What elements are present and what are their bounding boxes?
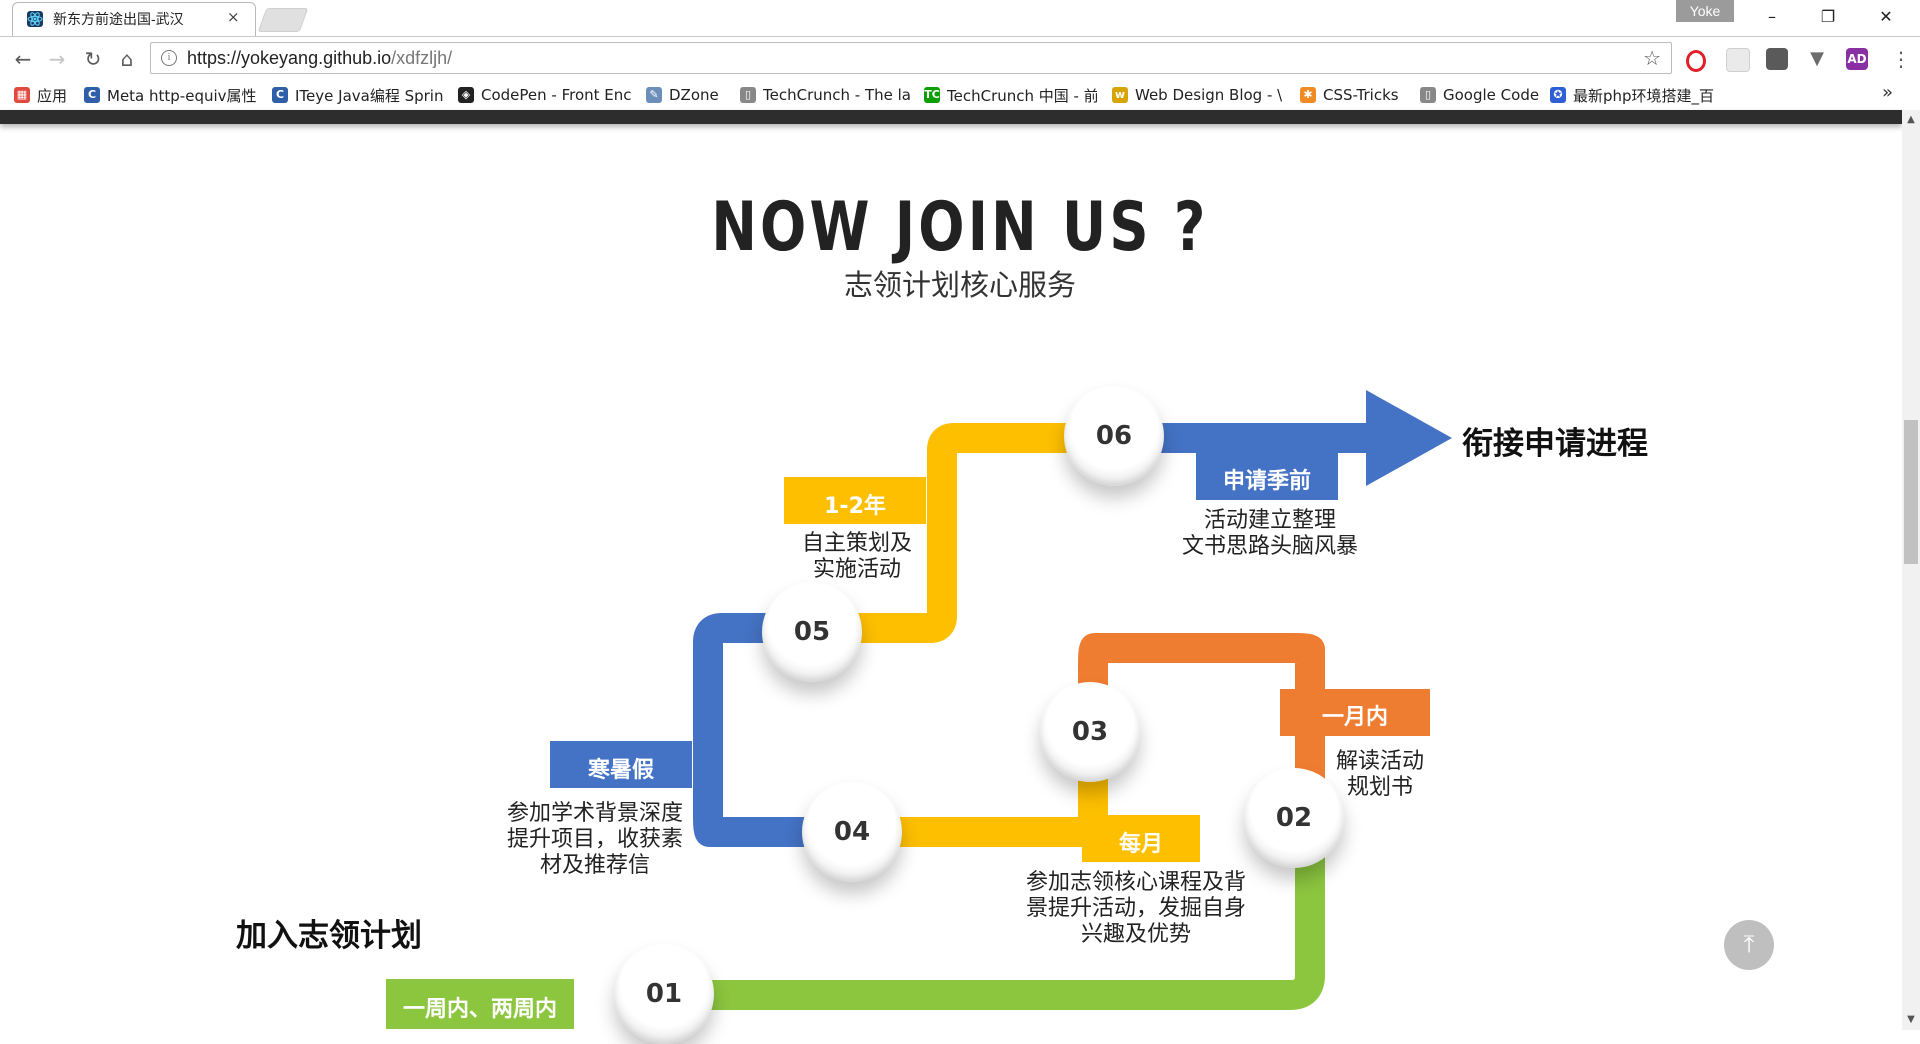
close-tab-icon[interactable]: ×: [227, 8, 240, 26]
page-icon: ▯: [1420, 87, 1436, 103]
url-text[interactable]: https://yokeyang.github.io/xdfzljh/: [187, 48, 452, 69]
minimize-button[interactable]: –: [1752, 4, 1792, 30]
step-desc-03: 参加志领核心课程及背 景提升活动，发掘自身 兴趣及优势: [1025, 870, 1246, 947]
dzone-icon: ✎: [646, 87, 662, 103]
back-to-top-button[interactable]: ⤒: [1724, 920, 1774, 970]
bookmark-item[interactable]: ✎ DZone: [646, 84, 719, 106]
close-window-button[interactable]: ✕: [1866, 4, 1906, 30]
tag-label-04: 寒暑假: [587, 758, 654, 783]
bookmark-label: DZone: [669, 86, 719, 104]
roadmap-path: [386, 390, 1452, 1029]
step-desc-05: 自主策划及 实施活动: [801, 531, 912, 582]
home-button[interactable]: ⌂: [114, 46, 140, 72]
page-icon: ▯: [740, 87, 756, 103]
bookmark-item[interactable]: C ITeye Java编程 Sprin: [272, 84, 443, 106]
scrollbar[interactable]: [1902, 110, 1920, 1030]
screenshot-icon[interactable]: [1766, 48, 1788, 70]
step-circle-02: 02: [1244, 768, 1344, 868]
bookmark-item[interactable]: ✱ CSS-Tricks: [1300, 84, 1399, 106]
tag-label-03: 每月: [1118, 832, 1163, 857]
address-bar[interactable]: i https://yokeyang.github.io/xdfzljh/ ☆: [150, 42, 1672, 74]
step-desc-02: 解读活动 规划书: [1335, 749, 1424, 800]
menu-icon[interactable]: ⋮: [1888, 46, 1914, 72]
back-button[interactable]: ←: [10, 46, 36, 72]
bookmarks-bar: ▦ 应用 C Meta http-equiv属性 C ITeye Java编程 Sprin…: [0, 80, 1920, 111]
tag-label-01: 一周内、两周内: [402, 997, 557, 1022]
forward-button[interactable]: →: [44, 46, 70, 72]
apps-icon: ▦: [14, 87, 30, 103]
step-desc-06: 活动建立整理 文书思路头脑风暴: [1181, 508, 1358, 559]
info-icon[interactable]: i: [161, 50, 177, 66]
url-path: /xdfzljh/: [391, 48, 453, 68]
toolbar: ← → ↻ ⌂ i https://yokeyang.github.io/xdf…: [0, 37, 1920, 79]
bookmark-label: 最新php环境搭建_百: [1573, 86, 1715, 105]
scroll-down-icon[interactable]: ▼: [1904, 1014, 1918, 1025]
arrow-head-icon: [1366, 390, 1452, 486]
bookmark-label: Web Design Blog - \: [1135, 86, 1283, 104]
bookmark-label: TechCrunch 中国 - 前: [947, 86, 1097, 105]
active-tab[interactable]: 新东方前途出国-武汉 ×: [12, 2, 256, 36]
bookmark-item[interactable]: ▦ 应用: [14, 84, 67, 106]
restore-button[interactable]: ❐: [1808, 4, 1848, 30]
bookmark-label: TechCrunch - The la: [763, 86, 911, 104]
bookmark-item[interactable]: TC TechCrunch 中国 - 前: [924, 84, 1097, 106]
vue-icon[interactable]: ▼: [1806, 48, 1828, 70]
react-icon: [27, 11, 43, 27]
adblock-icon[interactable]: AD: [1846, 48, 1868, 70]
bookmark-item[interactable]: ▯ Google Code: [1420, 84, 1539, 106]
profile-button[interactable]: Yoke: [1676, 0, 1734, 22]
step-circle-01: 01: [614, 944, 714, 1044]
tag-label-06: 申请季前: [1222, 469, 1311, 494]
start-milestone: 加入志领计划: [236, 918, 422, 954]
bookmark-label: 应用: [37, 86, 68, 105]
bookmark-item[interactable]: ▯ TechCrunch - The la: [740, 84, 911, 106]
iteye-icon: C: [84, 87, 100, 103]
bookmark-item[interactable]: ✪ 最新php环境搭建_百: [1550, 84, 1714, 106]
step-circle-03: 03: [1040, 682, 1140, 782]
new-tab-button[interactable]: [257, 8, 309, 32]
codepen-icon: ◈: [458, 87, 474, 103]
step-circle-04: 04: [802, 782, 902, 882]
baidu-icon: ✪: [1550, 87, 1566, 103]
url-host: https://yokeyang.github.io: [187, 48, 392, 68]
step-desc-04: 参加学术背景深度 提升项目，收获素 材及推荐信: [506, 801, 683, 878]
bookmark-label: CodePen - Front Enc: [481, 86, 631, 104]
iteye-icon: C: [272, 87, 288, 103]
scroll-up-icon[interactable]: ▲: [1904, 114, 1918, 125]
grid-icon[interactable]: [1726, 48, 1750, 72]
tab-title: 新东方前途出国-武汉: [53, 11, 184, 27]
bookmarks-overflow-button[interactable]: »: [1882, 82, 1893, 103]
step-circle-06: 06: [1064, 386, 1164, 486]
bookmark-label: CSS-Tricks: [1323, 86, 1399, 104]
bookmark-item[interactable]: ◈ CodePen - Front Enc: [458, 84, 631, 106]
tag-label-02: 一月内: [1321, 705, 1388, 730]
star-icon[interactable]: ☆: [1643, 46, 1661, 70]
scrollbar-thumb[interactable]: [1904, 420, 1918, 564]
bookmark-item[interactable]: w Web Design Blog - \: [1112, 84, 1282, 106]
tab-strip: 新东方前途出国-武汉 × Yoke – ❐ ✕: [0, 0, 1920, 37]
bookmark-label: Google Code: [1443, 86, 1540, 104]
techcrunch-icon: TC: [924, 87, 940, 103]
bookmark-label: ITeye Java编程 Sprin: [295, 86, 444, 105]
bookmark-item[interactable]: C Meta http-equiv属性: [84, 84, 257, 106]
step-circle-05: 05: [762, 582, 862, 682]
csstricks-icon: ✱: [1300, 87, 1316, 103]
webdesign-icon: w: [1112, 87, 1128, 103]
reload-button[interactable]: ↻: [80, 46, 106, 72]
end-milestone: 衔接申请进程: [1462, 426, 1648, 462]
opera-icon[interactable]: [1686, 50, 1706, 72]
tag-label-05: 1-2年: [824, 494, 886, 519]
bookmark-label: Meta http-equiv属性: [107, 86, 257, 105]
